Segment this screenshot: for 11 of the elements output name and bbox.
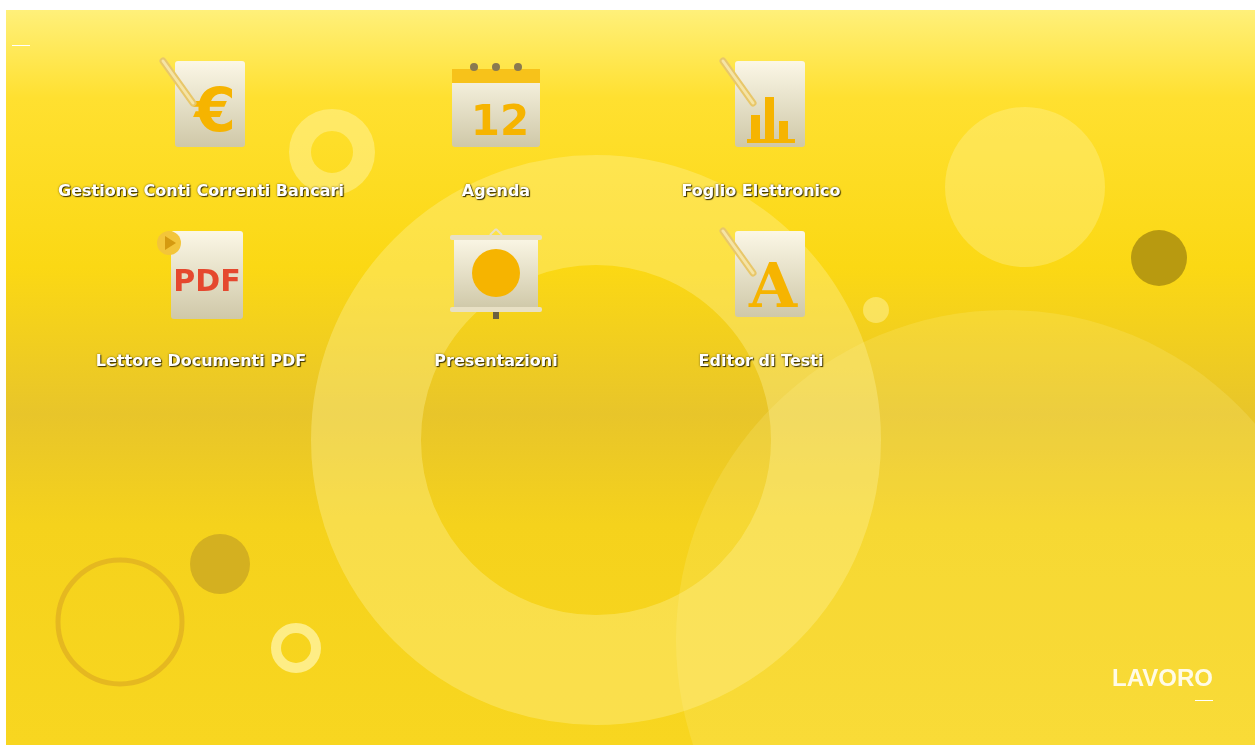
- app-label[interactable]: Lettore Documenti PDF: [95, 349, 307, 373]
- workspace-dash-icon: [1195, 700, 1213, 701]
- workspace-title: LAVORO: [1112, 663, 1213, 693]
- app-label[interactable]: Gestione Conti Correnti Bancari: [58, 179, 344, 203]
- app-label[interactable]: Foglio Elettronico: [681, 179, 841, 203]
- decorative-circle: [1131, 230, 1187, 286]
- app-label[interactable]: Agenda: [461, 179, 531, 203]
- decorative-circle: [190, 534, 250, 594]
- app-label[interactable]: Editor di Testi: [698, 349, 824, 373]
- app-label[interactable]: Presentazioni: [434, 349, 558, 373]
- menu-dash-icon: [12, 45, 30, 46]
